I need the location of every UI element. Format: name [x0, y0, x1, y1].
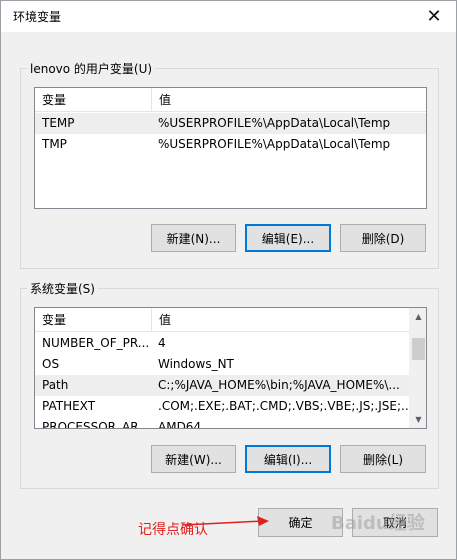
table-row[interactable]: OS Windows_NT [35, 354, 411, 375]
system-delete-button[interactable]: 删除(L) [340, 445, 426, 473]
variable-name: Path [42, 378, 69, 392]
variable-name: TMP [42, 137, 67, 151]
window-title: 环境变量 [13, 10, 62, 24]
variable-value: AMD64 [158, 420, 202, 429]
variable-name: PATHEXT [42, 399, 96, 413]
table-row[interactable]: PROCESSOR_AR... AMD64 [35, 417, 411, 429]
variable-value: Windows_NT [158, 357, 234, 371]
variable-value: C:;%JAVA_HOME%\bin;%JAVA_HOME%\... [158, 378, 400, 392]
user-delete-button[interactable]: 删除(D) [340, 224, 426, 252]
user-variables-list[interactable]: 变量 值 TEMP %USERPROFILE%\AppData\Local\Te… [34, 87, 427, 209]
column-header-value[interactable]: 值 [152, 88, 426, 112]
column-header-variable[interactable]: 变量 [35, 88, 152, 112]
column-header-value[interactable]: 值 [152, 308, 411, 332]
watermark-text: Baidu经验 [331, 513, 425, 534]
variable-name: OS [42, 357, 60, 371]
scroll-up-arrow-icon[interactable]: ▲ [410, 308, 426, 325]
column-header-variable[interactable]: 变量 [35, 308, 152, 332]
system-edit-button[interactable]: 编辑(I)... [245, 445, 331, 473]
system-new-button[interactable]: 新建(W)... [151, 445, 236, 473]
annotation-text: 记得点确认 [138, 522, 208, 538]
system-variables-group: 系统变量(S) 变量 值 NUMBER_OF_PR... 4 OS Window… [20, 280, 439, 489]
table-row[interactable]: PATHEXT .COM;.EXE;.BAT;.CMD;.VBS;.VBE;.J… [35, 396, 411, 417]
system-variables-list[interactable]: 变量 值 NUMBER_OF_PR... 4 OS Windows_NT Pat… [34, 307, 427, 429]
list-header: 变量 值 [35, 88, 426, 112]
scroll-thumb[interactable] [412, 338, 425, 360]
vertical-scrollbar[interactable]: ▲ ▼ [409, 308, 426, 428]
table-row[interactable]: TMP %USERPROFILE%\AppData\Local\Temp [35, 134, 426, 155]
environment-variables-dialog: 环境变量 ✕ lenovo 的用户变量(U) 变量 值 TEMP %USERPR… [0, 0, 457, 560]
variable-name: PROCESSOR_AR... [42, 420, 150, 429]
variable-value: %USERPROFILE%\AppData\Local\Temp [158, 116, 391, 130]
variable-value: 4 [158, 336, 166, 350]
close-icon[interactable]: ✕ [412, 1, 456, 32]
title-bar[interactable]: 环境变量 ✕ [1, 1, 456, 32]
variable-value: %USERPROFILE%\AppData\Local\Temp [158, 137, 391, 151]
user-new-button[interactable]: 新建(N)... [151, 224, 236, 252]
table-row[interactable]: TEMP %USERPROFILE%\AppData\Local\Temp [35, 113, 426, 134]
variable-name: TEMP [42, 116, 75, 130]
user-edit-button[interactable]: 编辑(E)... [245, 224, 331, 252]
scroll-down-arrow-icon[interactable]: ▼ [410, 411, 426, 428]
user-variables-group: lenovo 的用户变量(U) 变量 值 TEMP %USERPROFILE%\… [20, 60, 439, 269]
table-row[interactable]: NUMBER_OF_PR... 4 [35, 333, 411, 354]
system-variables-label: 系统变量(S) [27, 280, 98, 297]
variable-value: .COM;.EXE;.BAT;.CMD;.VBS;.VBE;.JS;.JSE;.… [158, 399, 408, 413]
list-header: 变量 值 [35, 308, 426, 332]
table-row[interactable]: Path C:;%JAVA_HOME%\bin;%JAVA_HOME%\... [35, 375, 411, 396]
user-variables-label: lenovo 的用户变量(U) [27, 60, 156, 77]
variable-name: NUMBER_OF_PR... [42, 336, 150, 350]
